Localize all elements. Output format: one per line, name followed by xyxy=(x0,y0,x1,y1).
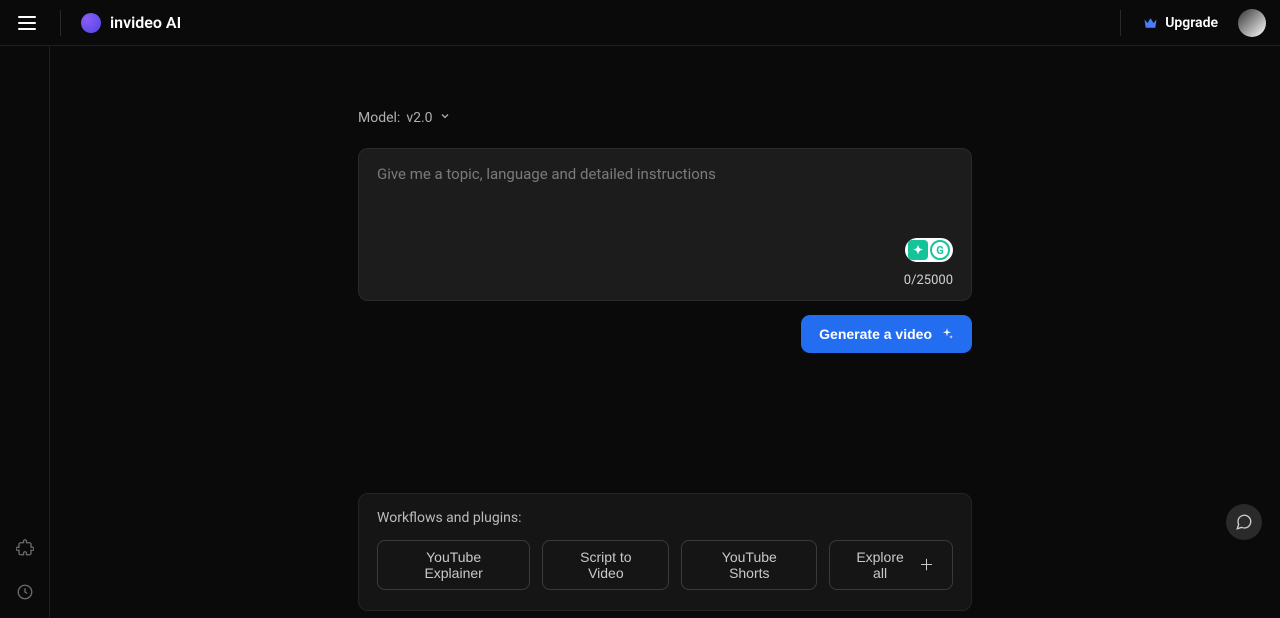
chip-label: Script to Video xyxy=(561,549,650,581)
plugins-sidebar-button[interactable] xyxy=(15,538,35,558)
plus-icon: ＋ xyxy=(919,558,934,573)
divider xyxy=(60,10,61,36)
header: invideo AI Upgrade xyxy=(0,0,1280,46)
divider xyxy=(1120,10,1121,36)
prompt-box: ✦ G 0/25000 xyxy=(358,148,972,301)
logo-icon xyxy=(81,13,101,33)
workflow-chip-youtube-shorts[interactable]: YouTube Shorts xyxy=(681,540,817,590)
explore-label: Explore all xyxy=(848,549,912,581)
generate-video-button[interactable]: Generate a video xyxy=(801,315,972,353)
history-sidebar-button[interactable] xyxy=(15,582,35,602)
header-left: invideo AI xyxy=(14,10,181,36)
char-count: 0/25000 xyxy=(904,273,953,288)
workflows-title: Workflows and plugins: xyxy=(377,510,953,526)
model-value: v2.0 xyxy=(406,110,432,126)
upgrade-label: Upgrade xyxy=(1165,15,1218,31)
chat-support-button[interactable] xyxy=(1226,504,1262,540)
generate-label: Generate a video xyxy=(819,326,932,342)
chevron-down-icon xyxy=(439,110,451,126)
header-right: Upgrade xyxy=(1118,9,1266,37)
model-prefix: Model: xyxy=(358,110,400,126)
chip-label: YouTube Shorts xyxy=(700,549,798,581)
crown-icon xyxy=(1143,17,1158,29)
model-selector[interactable]: Model: v2.0 xyxy=(358,110,972,126)
generate-row: Generate a video xyxy=(358,315,972,353)
prompt-footer: 0/25000 xyxy=(377,273,953,288)
explore-all-button[interactable]: Explore all ＋ xyxy=(829,540,953,590)
chip-label: YouTube Explainer xyxy=(396,549,511,581)
grammarly-badge[interactable]: ✦ G xyxy=(905,238,953,262)
upgrade-button[interactable]: Upgrade xyxy=(1143,15,1218,31)
workflow-chip-youtube-explainer[interactable]: YouTube Explainer xyxy=(377,540,530,590)
grammarly-icon: ✦ xyxy=(908,240,928,260)
brand-logo[interactable]: invideo AI xyxy=(81,13,181,33)
main-content: Model: v2.0 ✦ G 0/25000 Generate a video… xyxy=(50,46,1280,618)
hamburger-menu-button[interactable] xyxy=(14,12,40,34)
workflow-chips: YouTube Explainer Script to Video YouTub… xyxy=(377,540,953,590)
brand-name: invideo AI xyxy=(110,13,181,32)
sidebar xyxy=(0,46,50,618)
workflow-chip-script-to-video[interactable]: Script to Video xyxy=(542,540,669,590)
prompt-input[interactable] xyxy=(377,165,953,265)
avatar[interactable] xyxy=(1238,9,1266,37)
grammarly-circle-icon: G xyxy=(930,240,950,260)
sparkle-icon xyxy=(940,327,954,341)
workflows-panel: Workflows and plugins: YouTube Explainer… xyxy=(358,493,972,611)
